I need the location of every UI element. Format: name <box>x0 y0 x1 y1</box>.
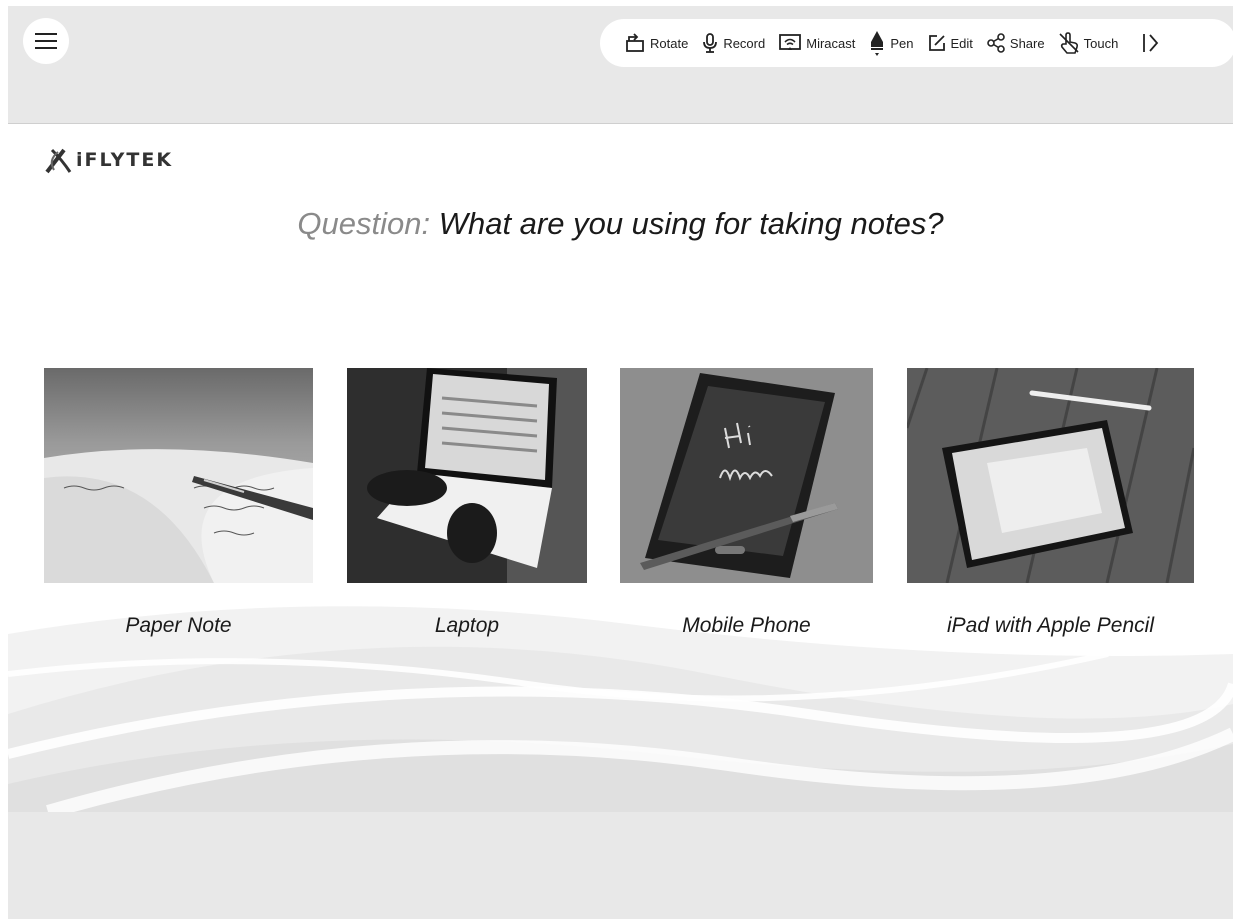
iflytek-logo-mark <box>45 148 72 174</box>
tablet-pencil-photo[interactable] <box>907 368 1194 583</box>
touch-label: Touch <box>1083 35 1119 51</box>
question-text: What are you using for taking notes? <box>430 206 944 241</box>
card-label-mobile-phone: Mobile Phone <box>682 614 811 637</box>
share-button[interactable]: Share <box>986 28 1045 58</box>
rotate-icon <box>626 33 644 52</box>
presentation-slide: iFLYTEK Question: What are you using for… <box>8 124 1233 812</box>
top-control-bar: Rotate Record Miracast Pen Edit Share To… <box>8 6 1233 124</box>
touch-button[interactable]: Touch <box>1058 28 1119 58</box>
presentation-viewer: Rotate Record Miracast Pen Edit Share To… <box>0 0 1233 919</box>
record-label: Record <box>723 35 766 51</box>
miracast-icon <box>779 34 802 50</box>
bottom-empty-area <box>8 812 1233 919</box>
share-icon <box>987 33 1005 53</box>
record-button[interactable]: Record <box>701 28 765 58</box>
hamburger-menu-button[interactable] <box>23 18 69 64</box>
miracast-button[interactable]: Miracast <box>778 28 855 58</box>
question-heading: Question: What are you using for taking … <box>8 206 1233 242</box>
hamburger-icon <box>35 33 57 49</box>
notebook-pen-photo[interactable] <box>44 368 313 583</box>
share-label: Share <box>1009 35 1045 51</box>
pen-label: Pen <box>890 35 914 51</box>
touch-icon <box>1059 32 1079 54</box>
microphone-icon <box>703 33 718 53</box>
logo-text: iFLYTEK <box>76 149 174 171</box>
edit-label: Edit <box>950 35 973 51</box>
laptop-typing-photo[interactable] <box>347 368 587 583</box>
card-label-ipad-with-apple-pencil: iPad with Apple Pencil <box>946 614 1154 637</box>
edit-icon <box>928 35 945 51</box>
collapse-arrow-icon <box>1143 34 1159 52</box>
collapse-toolbar-button[interactable] <box>1140 28 1164 58</box>
card-label-paper-note: Paper Note <box>125 614 232 637</box>
edit-button[interactable]: Edit <box>927 28 973 58</box>
pen-icon <box>871 31 884 56</box>
card-label-laptop: Laptop <box>434 614 500 637</box>
question-prefix: Question: <box>297 206 431 241</box>
pen-button[interactable]: Pen <box>868 28 914 58</box>
iflytek-logo: iFLYTEK <box>44 146 173 174</box>
miracast-label: Miracast <box>806 35 856 51</box>
rotate-label: Rotate <box>650 35 689 51</box>
rotate-button[interactable]: Rotate <box>624 28 688 58</box>
toolbar: Rotate Record Miracast Pen Edit Share To… <box>600 19 1233 67</box>
phone-stylus-photo[interactable] <box>620 368 873 583</box>
